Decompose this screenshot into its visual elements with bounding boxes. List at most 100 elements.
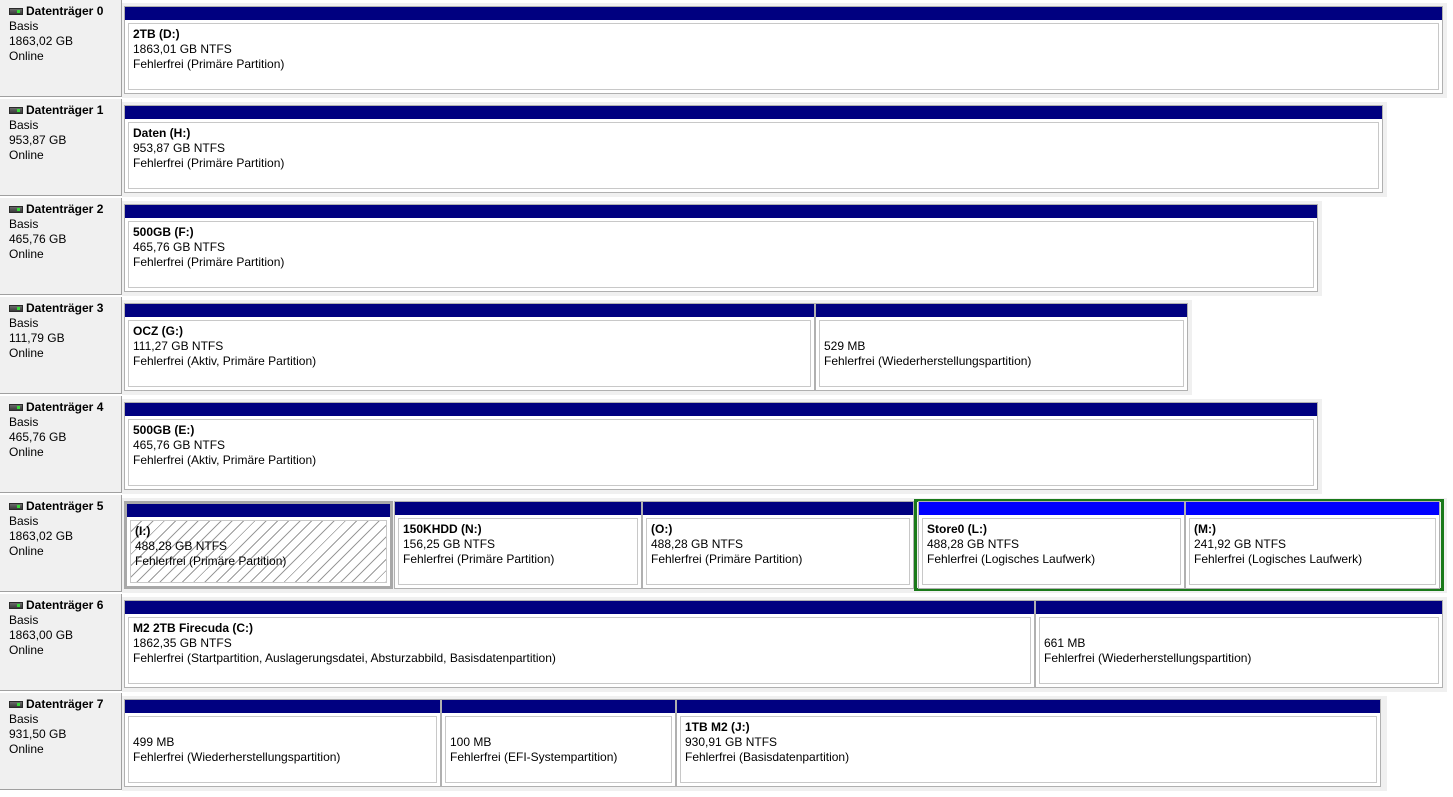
partition[interactable]: 499 MB Fehlerfrei (Wiederherstellungspar… xyxy=(124,699,441,787)
disk-type: Basis xyxy=(9,316,39,330)
partition-label: M2 2TB Firecuda (C:) xyxy=(133,621,254,635)
disk-info[interactable]: Datenträger 6 Basis 1863,00 GB Online xyxy=(0,594,122,691)
partition[interactable]: 1TB M2 (J:) 930,91 GB NTFS Fehlerfrei (B… xyxy=(676,699,1381,787)
partition[interactable]: (O:) 488,28 GB NTFS Fehlerfrei (Primäre … xyxy=(642,501,914,589)
partition-size: 499 MB xyxy=(133,735,175,749)
partition-bar xyxy=(643,502,913,515)
disk-info[interactable]: Datenträger 3 Basis 111,79 GB Online xyxy=(0,297,122,394)
disk-info[interactable]: Datenträger 1 Basis 953,87 GB Online xyxy=(0,99,122,196)
partition-size: 111,27 GB NTFS xyxy=(133,339,224,353)
partition-bar xyxy=(125,700,440,713)
partition[interactable]: 150KHDD (N:) 156,25 GB NTFS Fehlerfrei (… xyxy=(394,501,642,589)
disk-name: Datenträger 4 xyxy=(26,400,104,414)
disk-drive-icon xyxy=(9,8,23,15)
disk-size: 953,87 GB xyxy=(9,133,67,147)
disk-drive-icon xyxy=(9,404,23,411)
partition-bar xyxy=(1036,601,1442,614)
partition-logical[interactable]: Store0 (L:) 488,28 GB NTFS Fehlerfrei (L… xyxy=(918,501,1185,589)
partition-size: 100 MB xyxy=(450,735,492,749)
partition-selected[interactable]: (I:) 488,28 GB NTFS Fehlerfrei (Primäre … xyxy=(124,501,393,589)
partition[interactable]: 500GB (E:) 465,76 GB NTFS Fehlerfrei (Ak… xyxy=(124,402,1318,490)
partition-status: Fehlerfrei (Aktiv, Primäre Partition) xyxy=(133,354,317,368)
partition[interactable]: Daten (H:) 953,87 GB NTFS Fehlerfrei (Pr… xyxy=(124,105,1383,193)
partition[interactable]: 2TB (D:) 1863,01 GB NTFS Fehlerfrei (Pri… xyxy=(124,6,1443,94)
partition-label: Store0 (L:) xyxy=(927,522,987,536)
disk-info[interactable]: Datenträger 4 Basis 465,76 GB Online xyxy=(0,396,122,493)
disk-size: 1863,00 GB xyxy=(9,628,74,642)
partition-size: 465,76 GB NTFS xyxy=(133,240,226,254)
disk-status: Online xyxy=(9,247,44,261)
partition-status: Fehlerfrei (Primäre Partition) xyxy=(133,57,285,71)
disk-drive-icon xyxy=(9,206,23,213)
partition-size: 465,76 GB NTFS xyxy=(133,438,226,452)
disk-type: Basis xyxy=(9,217,39,231)
partition-bar xyxy=(677,700,1380,713)
disk-type: Basis xyxy=(9,19,39,33)
partition-label: 150KHDD (N:) xyxy=(403,522,482,536)
disk-size: 465,76 GB xyxy=(9,430,67,444)
partition-size: 529 MB xyxy=(824,339,866,353)
disk-type: Basis xyxy=(9,415,39,429)
disk-type: Basis xyxy=(9,613,39,627)
disk-drive-icon xyxy=(9,305,23,312)
disk-info[interactable]: Datenträger 0 Basis 1863,02 GB Online xyxy=(0,0,122,97)
partition-label xyxy=(1044,621,1438,636)
partition-size: 1862,35 GB NTFS xyxy=(133,636,232,650)
partition-size: 930,91 GB NTFS xyxy=(685,735,778,749)
disk-size: 1863,02 GB xyxy=(9,34,74,48)
partition-bar xyxy=(125,106,1382,119)
partition-size: 241,92 GB NTFS xyxy=(1194,537,1287,551)
partition-bar xyxy=(125,304,814,317)
disk-partition-area: 500GB (E:) 465,76 GB NTFS Fehlerfrei (Ak… xyxy=(122,399,1322,494)
disk-info[interactable]: Datenträger 5 Basis 1863,02 GB Online xyxy=(0,495,122,592)
disk-status: Online xyxy=(9,544,44,558)
disk-name: Datenträger 7 xyxy=(26,697,104,711)
partition-bar xyxy=(127,504,390,517)
partition-label xyxy=(450,720,671,735)
disk-type: Basis xyxy=(9,712,39,726)
partition-bar xyxy=(919,502,1184,515)
disk-name: Datenträger 5 xyxy=(26,499,104,513)
partition[interactable]: 661 MB Fehlerfrei (Wiederherstellungspar… xyxy=(1035,600,1443,688)
partition-bar xyxy=(1186,502,1439,515)
disk-name: Datenträger 3 xyxy=(26,301,104,315)
disk-drive-icon xyxy=(9,701,23,708)
partition-size: 488,28 GB NTFS xyxy=(135,539,228,553)
disk-info[interactable]: Datenträger 2 Basis 465,76 GB Online xyxy=(0,198,122,295)
partition[interactable]: 100 MB Fehlerfrei (EFI-Systempartition) xyxy=(441,699,676,787)
disk-row: Datenträger 0 Basis 1863,02 GB Online 2T… xyxy=(0,0,1453,99)
disk-info[interactable]: Datenträger 7 Basis 931,50 GB Online xyxy=(0,693,122,790)
disk-size: 931,50 GB xyxy=(9,727,67,741)
disk-partition-area: (I:) 488,28 GB NTFS Fehlerfrei (Primäre … xyxy=(122,498,1447,593)
disk-partition-area: M2 2TB Firecuda (C:) 1862,35 GB NTFS Feh… xyxy=(122,597,1447,692)
partition-size: 488,28 GB NTFS xyxy=(927,537,1020,551)
disk-size: 111,79 GB xyxy=(9,331,65,345)
partition-size: 1863,01 GB NTFS xyxy=(133,42,232,56)
partition-label: 500GB (F:) xyxy=(133,225,194,239)
partition-label: 1TB M2 (J:) xyxy=(685,720,750,734)
disk-status: Online xyxy=(9,346,44,360)
partition[interactable]: 500GB (F:) 465,76 GB NTFS Fehlerfrei (Pr… xyxy=(124,204,1318,292)
partition-status: Fehlerfrei (Primäre Partition) xyxy=(135,554,287,568)
disk-name: Datenträger 6 xyxy=(26,598,104,612)
disk-status: Online xyxy=(9,742,44,756)
partition-status: Fehlerfrei (Primäre Partition) xyxy=(651,552,803,566)
partition[interactable]: M2 2TB Firecuda (C:) 1862,35 GB NTFS Feh… xyxy=(124,600,1035,688)
partition-bar xyxy=(442,700,675,713)
disk-name: Datenträger 1 xyxy=(26,103,104,117)
partition-status: Fehlerfrei (Primäre Partition) xyxy=(133,255,285,269)
partition-label: (O:) xyxy=(651,522,673,536)
disk-status: Online xyxy=(9,643,44,657)
partition-status: Fehlerfrei (Wiederherstellungspartition) xyxy=(133,750,341,764)
partition-bar xyxy=(395,502,641,515)
disk-row: Datenträger 3 Basis 111,79 GB Online OCZ… xyxy=(0,297,1453,396)
partition[interactable]: 529 MB Fehlerfrei (Wiederherstellungspar… xyxy=(815,303,1188,391)
partition-status: Fehlerfrei (Wiederherstellungspartition) xyxy=(824,354,1032,368)
disk-row: Datenträger 6 Basis 1863,00 GB Online M2… xyxy=(0,594,1453,693)
disk-name: Datenträger 0 xyxy=(26,4,104,18)
partition-size: 488,28 GB NTFS xyxy=(651,537,744,551)
partition[interactable]: OCZ (G:) 111,27 GB NTFS Fehlerfrei (Akti… xyxy=(124,303,815,391)
partition-size: 156,25 GB NTFS xyxy=(403,537,496,551)
partition-logical[interactable]: (M:) 241,92 GB NTFS Fehlerfrei (Logische… xyxy=(1185,501,1440,589)
disk-row: Datenträger 4 Basis 465,76 GB Online 500… xyxy=(0,396,1453,495)
